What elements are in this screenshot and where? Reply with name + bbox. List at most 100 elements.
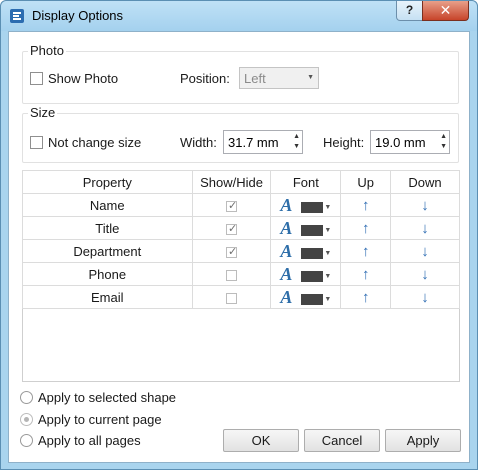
table-row: Phone A ▼ ↑ ↓ (22, 262, 460, 286)
position-dropdown[interactable]: Left ▼ (239, 67, 319, 89)
display-options-dialog: Display Options ? ✕ Photo Show Photo Pos… (0, 0, 478, 470)
property-name-cell: Department (22, 239, 193, 263)
ok-button[interactable]: OK (223, 429, 299, 452)
arrow-up-icon[interactable]: ↑ (362, 197, 370, 214)
down-cell: ↓ (390, 239, 460, 263)
arrow-down-icon[interactable]: ↓ (421, 243, 429, 260)
show-photo-checkbox[interactable] (30, 72, 43, 85)
dialog-body: Photo Show Photo Position: Left ▼ Size N… (8, 31, 470, 463)
header-down: Down (390, 170, 460, 194)
close-button[interactable]: ✕ (422, 1, 469, 21)
apply-button[interactable]: Apply (385, 429, 461, 452)
cancel-button[interactable]: Cancel (304, 429, 380, 452)
checkmark-icon: ✓ (228, 222, 238, 235)
show-hide-checkbox[interactable]: ✓ (226, 222, 238, 235)
width-stepper[interactable]: 31.7 mm ▲ ▼ (223, 130, 303, 154)
table-row: Department ✓ A ▼ ↑ ↓ (22, 239, 460, 263)
font-style-icon[interactable]: A (280, 195, 292, 215)
arrow-down-icon[interactable]: ↓ (421, 266, 429, 283)
photo-group-label: Photo (28, 43, 66, 58)
arrow-up-icon[interactable]: ↑ (362, 289, 370, 306)
radio-label-selected-shape[interactable]: Apply to selected shape (38, 390, 176, 405)
show-hide-checkbox[interactable]: ✓ (226, 245, 238, 258)
arrow-up-icon[interactable]: ↑ (362, 266, 370, 283)
chevron-down-icon[interactable]: ▼ (324, 273, 331, 280)
show-hide-cell (191, 285, 272, 309)
chevron-down-icon[interactable]: ▼ (324, 227, 331, 234)
width-increase-icon[interactable]: ▲ (293, 133, 300, 140)
width-label: Width: (180, 135, 217, 150)
checkmark-icon: ✓ (228, 199, 238, 212)
arrow-up-icon[interactable]: ↑ (362, 220, 370, 237)
font-style-icon[interactable]: A (280, 264, 292, 284)
height-stepper[interactable]: 19.0 mm ▲ ▼ (370, 130, 450, 154)
height-decrease-icon[interactable]: ▼ (440, 143, 447, 150)
font-cell: A ▼ (270, 239, 342, 263)
radio-apply-all-pages[interactable] (20, 434, 33, 447)
down-cell: ↓ (390, 285, 460, 309)
up-cell: ↑ (340, 285, 392, 309)
show-hide-cell: ✓ (191, 193, 272, 217)
not-change-size-checkbox[interactable] (30, 136, 43, 149)
radio-label-current-page[interactable]: Apply to current page (38, 412, 162, 427)
not-change-size-label[interactable]: Not change size (48, 135, 141, 150)
font-color-swatch[interactable] (301, 293, 324, 305)
font-style-icon[interactable]: A (280, 218, 292, 238)
arrow-down-icon[interactable]: ↓ (421, 220, 429, 237)
font-color-swatch[interactable] (301, 201, 324, 213)
arrow-down-icon[interactable]: ↓ (421, 197, 429, 214)
height-increase-icon[interactable]: ▲ (440, 133, 447, 140)
property-table: Property Show/Hide Font Up Down Name ✓ A ▼ ↑… (22, 170, 460, 309)
position-label: Position: (180, 71, 230, 86)
property-name-cell: Phone (22, 262, 193, 286)
property-name-cell: Name (22, 193, 193, 217)
font-color-swatch[interactable] (301, 247, 324, 259)
header-show-hide: Show/Hide (191, 170, 272, 194)
up-cell: ↑ (340, 262, 392, 286)
show-hide-checkbox[interactable] (226, 292, 237, 304)
radio-label-all-pages[interactable]: Apply to all pages (38, 433, 141, 448)
window-title: Display Options (32, 8, 124, 23)
header-font: Font (270, 170, 342, 194)
height-value: 19.0 mm (375, 135, 426, 150)
arrow-up-icon[interactable]: ↑ (362, 243, 370, 260)
table-header-row: Property Show/Hide Font Up Down (22, 170, 460, 194)
table-row: Name ✓ A ▼ ↑ ↓ (22, 193, 460, 217)
font-cell: A ▼ (270, 285, 342, 309)
font-style-icon[interactable]: A (280, 241, 292, 261)
arrow-down-icon[interactable]: ↓ (421, 289, 429, 306)
table-row: Title ✓ A ▼ ↑ ↓ (22, 216, 460, 240)
chevron-down-icon[interactable]: ▼ (324, 250, 331, 257)
table-body: Name ✓ A ▼ ↑ ↓ Title ✓ A ▼ ↑ ↓ Department ✓ A ▼ ↑ ↓ Phone A… (22, 193, 460, 309)
size-group-label: Size (28, 105, 58, 120)
font-color-swatch[interactable] (301, 270, 324, 282)
width-value: 31.7 mm (228, 135, 279, 150)
position-value: Left (244, 71, 266, 86)
show-hide-checkbox[interactable]: ✓ (226, 199, 238, 212)
chevron-down-icon[interactable]: ▼ (324, 296, 331, 303)
header-up: Up (340, 170, 392, 194)
radio-apply-current-page[interactable] (20, 413, 33, 426)
help-button[interactable]: ? (396, 1, 423, 21)
font-cell: A ▼ (270, 216, 342, 240)
font-style-icon[interactable]: A (280, 287, 292, 307)
table-row: Email A ▼ ↑ ↓ (22, 285, 460, 309)
show-hide-checkbox[interactable] (226, 269, 237, 281)
property-name-cell: Title (22, 216, 193, 240)
up-cell: ↑ (340, 193, 392, 217)
show-hide-cell (191, 262, 272, 286)
app-logo-icon (10, 9, 24, 23)
radio-apply-selected-shape[interactable] (20, 391, 33, 404)
width-decrease-icon[interactable]: ▼ (293, 143, 300, 150)
up-cell: ↑ (340, 239, 392, 263)
down-cell: ↓ (390, 193, 460, 217)
height-label: Height: (323, 135, 365, 150)
down-cell: ↓ (390, 262, 460, 286)
font-color-swatch[interactable] (301, 224, 324, 236)
checkmark-icon: ✓ (228, 245, 238, 258)
chevron-down-icon[interactable]: ▼ (324, 204, 331, 211)
font-cell: A ▼ (270, 193, 342, 217)
title-bar[interactable]: Display Options ? ✕ (1, 1, 477, 31)
show-hide-cell: ✓ (191, 216, 272, 240)
show-photo-label[interactable]: Show Photo (48, 71, 118, 86)
